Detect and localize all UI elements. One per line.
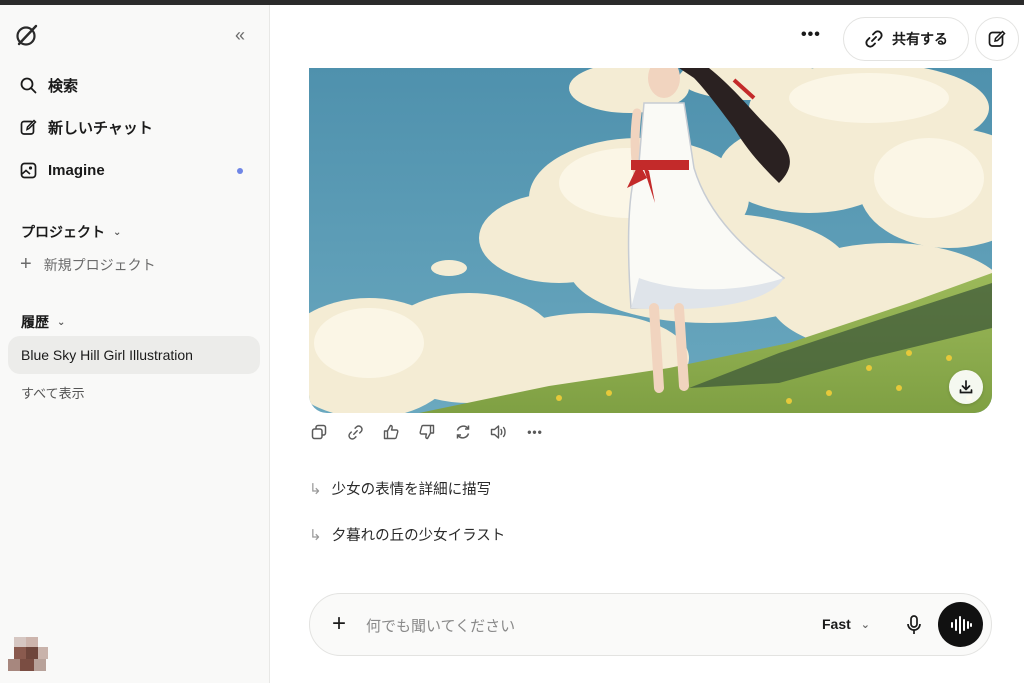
attach-plus-icon[interactable]: + [332,612,346,636]
search-icon [19,76,37,94]
chevron-down-icon: ⌄ [113,226,122,238]
suggestion-label: 少女の表情を詳細に描写 [331,482,492,498]
link-icon[interactable] [345,422,365,442]
regenerate-icon[interactable] [453,422,473,442]
sidebar-item-search[interactable]: 検索 [8,67,260,103]
voice-mode-button[interactable] [938,602,983,647]
sidebar-item-new-chat[interactable]: 新しいチャット [8,109,260,145]
edit-chat-button[interactable] [975,17,1019,61]
more-options-icon[interactable]: ••• [801,26,821,44]
sidebar-item-imagine[interactable]: Imagine [8,152,260,188]
thumbs-down-icon[interactable] [417,422,437,442]
suggestion-label: 夕暮れの丘の少女イラスト [331,528,506,544]
edit-icon [988,30,1006,47]
share-label: 共有する [892,31,948,47]
projects-section-toggle[interactable]: プロジェクト ⌄ [21,222,121,242]
copy-icon[interactable] [309,422,329,442]
more-options-icon[interactable]: ••• [525,422,545,442]
message-composer: + 何でも聞いてください Fast ⌄ [309,593,992,656]
message-input[interactable]: 何でも聞いてください [366,615,515,636]
app-logo-icon[interactable] [14,22,40,48]
download-button[interactable] [949,370,983,404]
chevron-down-icon: ⌄ [57,316,66,328]
suggestion-item[interactable]: ↳ 少女の表情を詳細に描写 [309,478,491,499]
share-button[interactable]: 共有する [843,17,969,61]
generated-image[interactable] [309,68,992,413]
reply-arrow-icon: ↳ [309,526,322,544]
edit-icon [19,118,37,136]
reply-arrow-icon: ↳ [309,480,322,498]
waveform-icon [950,615,972,634]
history-item-label: Blue Sky Hill Girl Illustration [21,347,193,363]
history-section-toggle[interactable]: 履歴 ⌄ [21,312,65,332]
history-item[interactable]: Blue Sky Hill Girl Illustration [8,336,260,374]
download-icon [959,380,973,394]
sidebar-item-label: Imagine [48,161,105,179]
chevron-down-icon: ⌄ [860,618,871,631]
notification-dot [237,168,243,174]
plus-icon: + [20,253,32,275]
mode-label: Fast [822,616,851,632]
response-actions: ••• [309,422,561,442]
new-project-button[interactable]: + 新規プロジェクト [20,253,156,276]
avatar[interactable] [8,633,50,675]
history-title: 履歴 [21,314,49,330]
sidebar-item-label: 検索 [48,77,79,95]
mode-selector[interactable]: Fast ⌄ [822,616,870,632]
sidebar-item-label: 新しいチャット [48,119,153,137]
thumbs-up-icon[interactable] [381,422,401,442]
collapse-sidebar-icon[interactable]: « [228,23,252,47]
image-icon [19,161,37,179]
suggestion-item[interactable]: ↳ 夕暮れの丘の少女イラスト [309,524,505,545]
projects-title: プロジェクト [21,224,105,240]
microphone-icon[interactable] [904,614,924,636]
speaker-icon[interactable] [489,422,509,442]
sidebar: « 検索 新しいチャット Imagine プロジェクト ⌄ + 新規プロジェクト… [0,5,270,683]
link-icon [865,30,883,48]
show-all-link[interactable]: すべて表示 [21,383,85,402]
new-project-label: 新規プロジェクト [43,256,156,273]
